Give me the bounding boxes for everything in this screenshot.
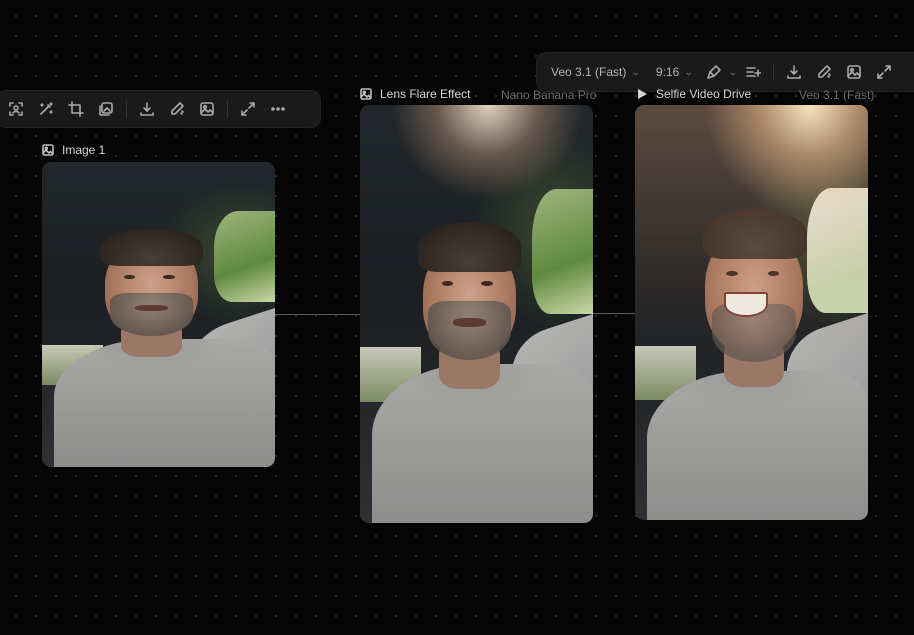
- image-node-toolbar: [0, 90, 321, 128]
- crop-button[interactable]: [61, 94, 91, 124]
- select-subject-button[interactable]: [1, 94, 31, 124]
- chevron-down-icon: ⌄: [727, 66, 738, 77]
- download-icon: [787, 65, 802, 79]
- brush-icon: [707, 65, 721, 79]
- edit-brush-icon: [171, 102, 184, 115]
- image-icon: [42, 144, 54, 156]
- aspect-ratio-value: 9:16: [655, 65, 680, 79]
- toolbar-divider: [126, 100, 127, 118]
- node-model-name: Veo 3.1 (Fast): [799, 88, 875, 102]
- brush-button[interactable]: [701, 57, 727, 87]
- more-options-button[interactable]: [263, 94, 293, 124]
- edit-brush-icon: [818, 65, 832, 78]
- chevron-down-icon: ⌄: [631, 66, 642, 77]
- chevron-down-icon: ⌄: [684, 66, 694, 77]
- edge-image1-to-lens-flare: [275, 314, 360, 315]
- node-label-text: Image 1: [62, 143, 106, 157]
- model-select[interactable]: Veo 3.1 (Fast) ⌄: [543, 57, 648, 87]
- expand-icon: [877, 65, 892, 79]
- video-node-toolbar: Veo 3.1 (Fast) ⌄ 9:16 ⌄ ⌄: [536, 52, 914, 92]
- edge-lens-flare-to-video: [593, 313, 635, 314]
- model-select-value: Veo 3.1 (Fast): [551, 65, 627, 79]
- download-button[interactable]: [779, 57, 809, 87]
- image-generate-icon: [847, 65, 862, 79]
- play-icon: [638, 89, 647, 99]
- toolbar-divider: [773, 63, 775, 81]
- crop-icon: [68, 101, 84, 117]
- node-label-text: Selfie Video Drive: [656, 87, 752, 101]
- edit-button[interactable]: [809, 57, 839, 87]
- lens-flare-photo: [360, 105, 593, 523]
- image-icon: [360, 88, 372, 100]
- generate-image-button[interactable]: [839, 57, 869, 87]
- workflow-canvas[interactable]: Veo 3.1 (Fast) ⌄ 9:16 ⌄ ⌄ Image 1 Lens F…: [0, 0, 914, 635]
- edit-button[interactable]: [162, 94, 192, 124]
- image-generate-icon: [200, 102, 214, 116]
- enhance-sparkle-icon: [746, 67, 762, 77]
- generate-image-button[interactable]: [192, 94, 222, 124]
- video-frame: [635, 105, 868, 520]
- node-title-lens-flare: Lens Flare Effect: [360, 87, 471, 101]
- download-icon: [140, 102, 154, 116]
- enhance-prompt-button[interactable]: [738, 57, 768, 87]
- expand-button[interactable]: [233, 94, 263, 124]
- lens-flare-node-card[interactable]: [360, 105, 593, 523]
- portrait-photo: [42, 162, 275, 467]
- node-label-text: Lens Flare Effect: [380, 87, 471, 101]
- layers-button[interactable]: [91, 94, 121, 124]
- node-title-selfie-video: Selfie Video Drive: [636, 87, 751, 101]
- expand-button[interactable]: [869, 57, 899, 87]
- image-node-card[interactable]: [42, 162, 275, 467]
- node-title-image-1: Image 1: [42, 143, 105, 157]
- magic-edit-button[interactable]: [31, 94, 61, 124]
- download-button[interactable]: [132, 94, 162, 124]
- image-layers-icon: [99, 102, 113, 116]
- magic-wand-icon: [40, 102, 53, 115]
- video-node-card[interactable]: [635, 105, 868, 520]
- select-subject-icon: [9, 102, 23, 116]
- aspect-ratio-select[interactable]: 9:16 ⌄: [648, 57, 701, 87]
- expand-icon: [241, 102, 255, 116]
- more-icon: [271, 107, 285, 111]
- toolbar-divider: [227, 100, 228, 118]
- brush-options-dropdown[interactable]: ⌄: [727, 57, 739, 87]
- node-model-name: Nano Banana Pro: [501, 88, 597, 102]
